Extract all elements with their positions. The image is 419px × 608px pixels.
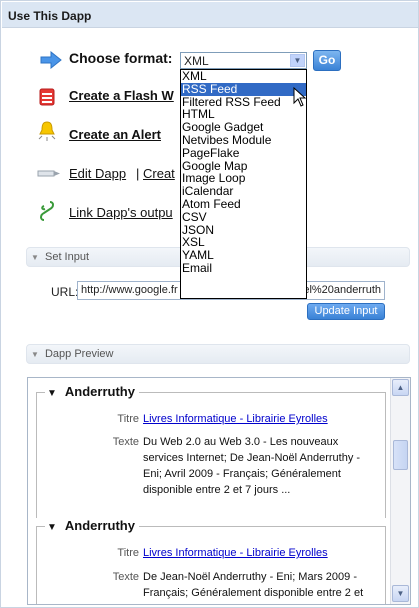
scroll-down-icon[interactable]: ▼ [392, 585, 409, 602]
update-input-button[interactable]: Update Input [307, 303, 385, 320]
titre-label: Titre [117, 547, 139, 559]
preview-item-title: ▼ Anderruthy [45, 384, 139, 399]
format-option[interactable]: Netvibes Module [181, 134, 306, 147]
action-separator: | [136, 166, 140, 181]
bell-alert-icon [38, 121, 56, 141]
texte-label: Texte [112, 571, 139, 583]
create-flash-widget-link[interactable]: Create a Flash W [69, 88, 174, 103]
format-option[interactable]: Email [181, 262, 306, 275]
dapp-preview-title: Dapp Preview [44, 348, 114, 360]
texte-line: Du Web 2.0 au Web 3.0 - Les nouveaux [143, 436, 339, 448]
url-label: URL: [51, 285, 79, 299]
format-dropdown-list[interactable]: XML RSS Feed Filtered RSS Feed HTML Goog… [180, 69, 307, 299]
chevron-down-icon[interactable]: ▼ [290, 54, 305, 67]
format-option[interactable]: CSV [181, 210, 306, 224]
format-option[interactable]: XML [181, 70, 306, 83]
format-option-highlighted[interactable]: RSS Feed [181, 82, 306, 96]
texte-line: services Internet; De Jean-Noël Anderrut… [143, 452, 361, 464]
right-arrow-icon [40, 51, 62, 69]
dapp-preview-pane[interactable]: ▼ Anderruthy Titre Livres Informatique - … [27, 377, 411, 605]
mouse-cursor-icon [293, 87, 307, 107]
titre-link[interactable]: Livres Informatique - Librairie Eyrolles [143, 411, 328, 427]
link-icon [40, 201, 54, 221]
pencil-icon [37, 170, 60, 177]
format-select-value: XML [184, 54, 209, 68]
texte-label: Texte [112, 436, 139, 448]
set-input-title: Set Input [44, 251, 90, 263]
texte-line: Eni; Avril 2009 - Français; Généralement [143, 468, 341, 480]
preview-item-title: ▼ Anderruthy [45, 518, 139, 533]
collapse-arrow-icon: ▼ [31, 350, 39, 359]
triangle-down-icon: ▼ [47, 388, 57, 399]
preview-scrollbar[interactable]: ▲ ▼ [390, 378, 410, 604]
url-value-left: http://www.google.fr [81, 284, 178, 296]
edit-dapp-link[interactable]: Edit Dapp [69, 166, 126, 181]
texte-line: Français; Généralement disponible entre … [143, 587, 364, 599]
scroll-thumb[interactable] [393, 440, 408, 470]
format-option[interactable]: PageFlake [181, 146, 306, 160]
use-this-dapp-panel: Use This Dapp Choose format: XML ▼ Go Cr… [0, 0, 419, 608]
dapp-preview-header[interactable]: ▼ Dapp Preview [26, 344, 410, 364]
preview-item: ▼ Anderruthy Titre Livres Informatique - … [36, 518, 386, 604]
link-dapp-output-link[interactable]: Link Dapp's outpu [69, 205, 173, 220]
create-alert-link[interactable]: Create an Alert [69, 127, 161, 142]
choose-format-label: Choose format: [69, 50, 173, 66]
go-button[interactable]: Go [313, 50, 341, 71]
flash-widget-icon [39, 88, 55, 106]
texte-line: De Jean-Noël Anderruthy - Eni; Mars 2009… [143, 571, 357, 583]
create-link[interactable]: Creat [143, 166, 175, 181]
triangle-down-icon: ▼ [47, 522, 57, 533]
titre-link[interactable]: Livres Informatique - Librairie Eyrolles [143, 545, 328, 561]
format-option[interactable]: Atom Feed [181, 198, 306, 211]
texte-line: disponible entre 2 et 7 jours ... [143, 484, 291, 496]
preview-item: ▼ Anderruthy Titre Livres Informatique - … [36, 384, 386, 518]
panel-title: Use This Dapp [2, 2, 418, 28]
format-select[interactable]: XML ▼ [180, 52, 307, 69]
collapse-arrow-icon: ▼ [31, 253, 39, 262]
scroll-up-icon[interactable]: ▲ [392, 379, 409, 396]
titre-label: Titre [117, 413, 139, 425]
